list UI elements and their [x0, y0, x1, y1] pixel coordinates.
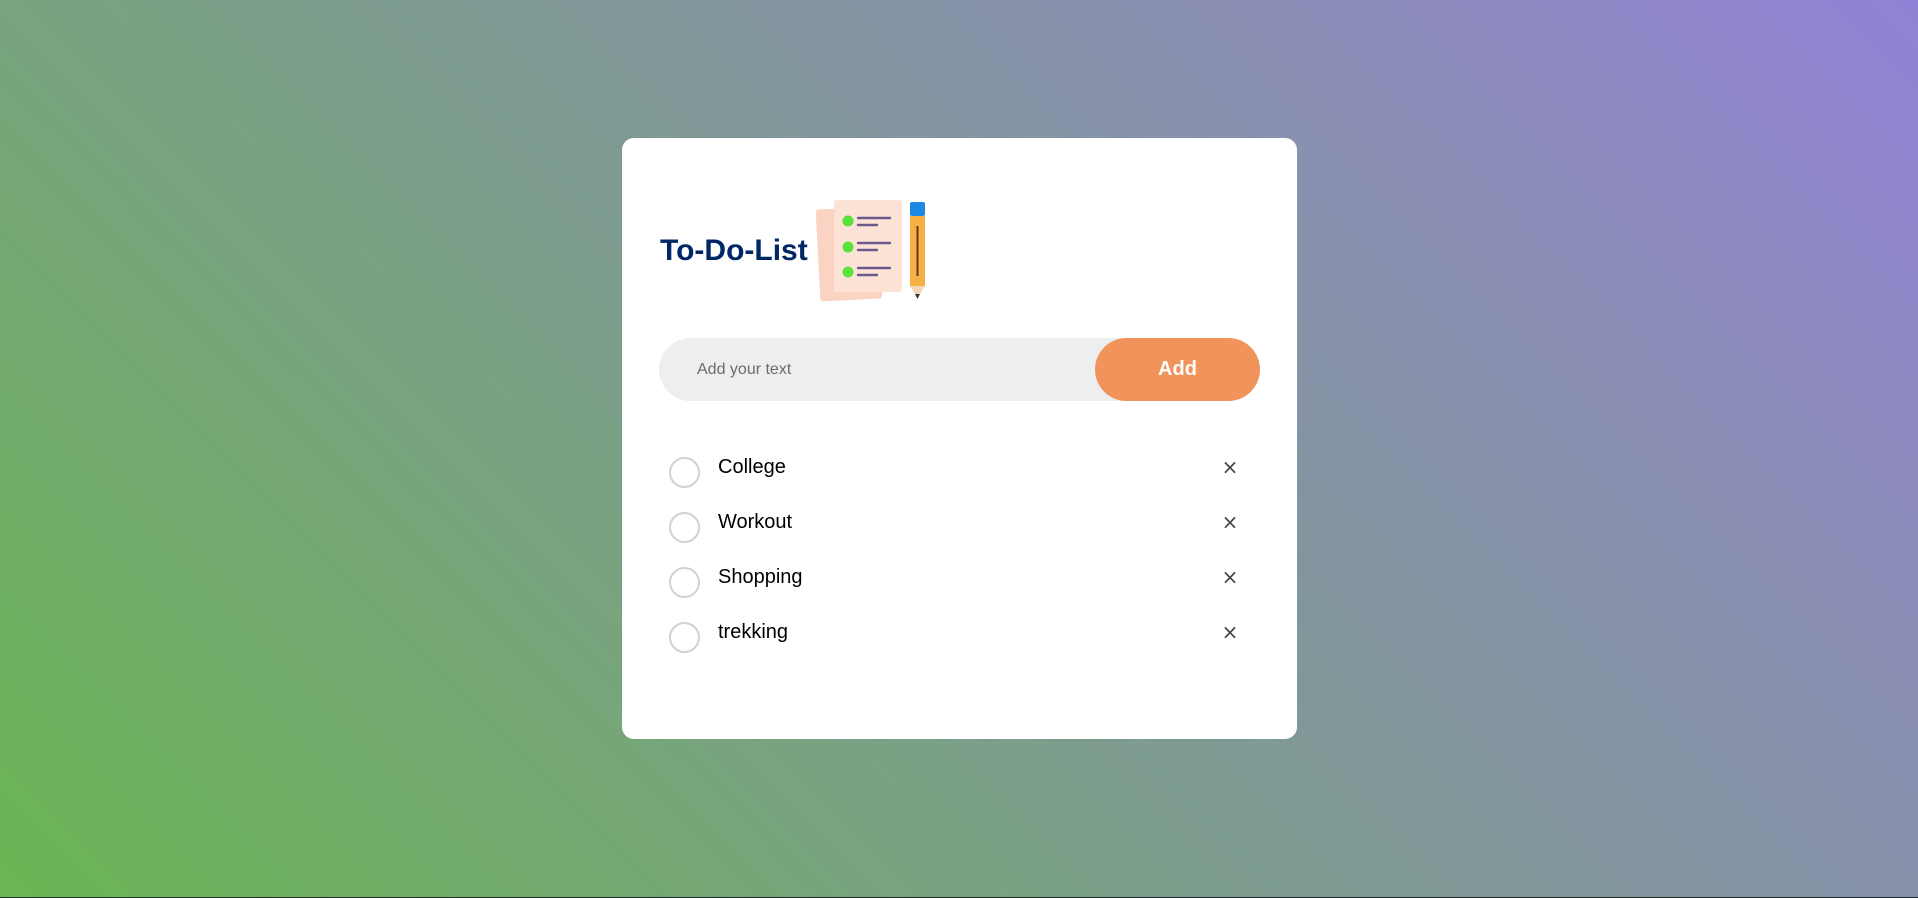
checklist-with-pencil-icon [815, 200, 925, 302]
unchecked-circle-icon[interactable] [669, 567, 700, 598]
task-label: Workout [718, 511, 793, 533]
close-icon[interactable]: × [1220, 620, 1240, 644]
task-item-trekking[interactable]: trekking × [669, 606, 1252, 661]
unchecked-circle-icon[interactable] [669, 512, 700, 543]
task-item-college[interactable]: College × [669, 441, 1252, 496]
task-item-shopping[interactable]: Shopping × [669, 551, 1252, 606]
app-header: To-Do-List [660, 196, 934, 306]
close-icon[interactable]: × [1220, 455, 1240, 479]
unchecked-circle-icon[interactable] [669, 457, 700, 488]
add-button[interactable]: Add [1095, 338, 1260, 401]
close-icon[interactable]: × [1220, 510, 1240, 534]
unchecked-circle-icon[interactable] [669, 622, 700, 653]
task-label: College [718, 456, 786, 478]
task-label: Shopping [718, 566, 803, 588]
task-input[interactable] [659, 337, 1095, 402]
task-item-workout[interactable]: Workout × [669, 496, 1252, 551]
close-icon[interactable]: × [1220, 565, 1240, 589]
task-label: trekking [718, 621, 789, 643]
task-list: College × Workout × Shopping × trekking … [669, 441, 1252, 661]
add-task-row: Add [659, 337, 1260, 402]
todo-card: To-Do-List Add your text Add College × W… [622, 138, 1297, 739]
app-title: To-Do-List [660, 234, 808, 267]
